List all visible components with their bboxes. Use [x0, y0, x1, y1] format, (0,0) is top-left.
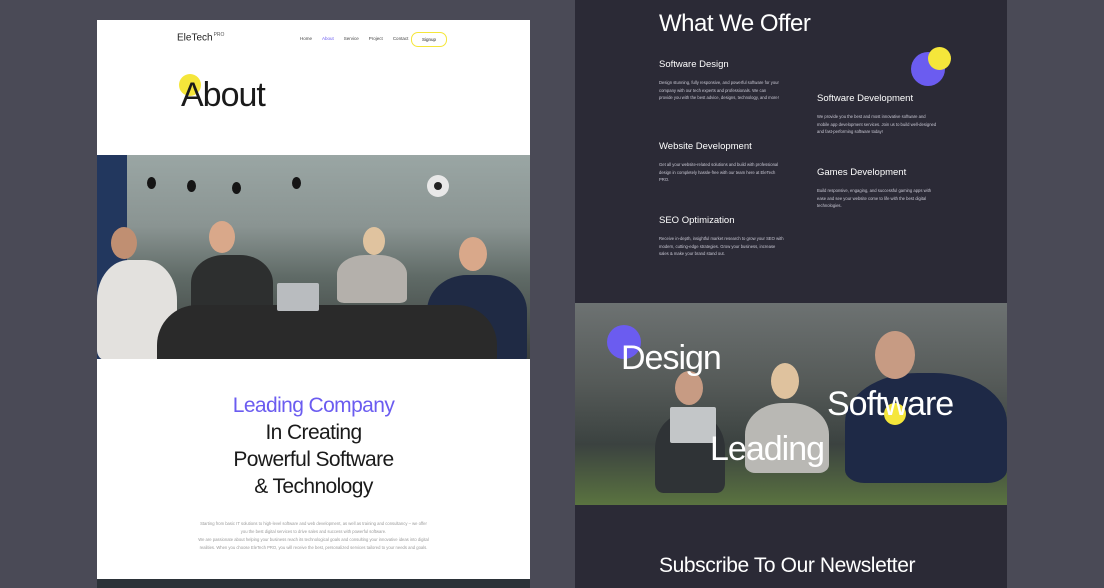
logo-name: EleTech: [177, 32, 213, 44]
service-description: Design stunning, fully responsive, and p…: [659, 80, 779, 100]
decorative-yellow-dot: [928, 47, 951, 70]
headline-line: In Creating: [265, 421, 362, 444]
nav-item-contact[interactable]: Contact: [393, 36, 409, 41]
hero-word-software: Software: [827, 385, 954, 423]
laptop: [277, 283, 319, 311]
wall-dot: [147, 177, 156, 189]
service-card-website-development: Website Development Get all your website…: [659, 141, 781, 184]
body-line: Starting from basic IT solutions to high…: [200, 521, 427, 526]
wall-sign: [427, 175, 449, 197]
service-title: Software Design: [659, 59, 729, 70]
team-meeting-photo: [97, 155, 530, 359]
service-card-software-development: Software Development We provide you the …: [817, 93, 939, 136]
service-title: SEO Optimization: [659, 215, 735, 226]
head: [459, 237, 487, 271]
service-card-games-development: Games Development Build responsive, enga…: [817, 167, 939, 210]
wall-dot: [187, 180, 196, 192]
service-title: Software Development: [817, 93, 914, 104]
nav-item-about[interactable]: About: [322, 36, 334, 41]
nav-item-service[interactable]: Service: [344, 36, 359, 41]
wall-dot: [292, 177, 301, 189]
services-page-preview: What We Offer Software Design Design stu…: [575, 0, 1007, 588]
headline-line: & Technology: [254, 475, 373, 498]
person-woman: [337, 255, 407, 303]
headline-line: Powerful Software: [233, 448, 394, 471]
head: [875, 331, 915, 379]
service-description: Receive in-depth, insightful market rese…: [659, 236, 784, 256]
hero-word-leading: Leading: [710, 430, 825, 468]
body-line: you the best digital services to drive s…: [240, 529, 387, 534]
page-title: About: [181, 76, 266, 114]
hero-word-design: Design: [621, 339, 722, 377]
head: [363, 227, 385, 255]
service-description: We provide you the best and most innovat…: [817, 114, 937, 134]
head: [111, 227, 137, 259]
meeting-table: [157, 305, 497, 359]
service-title: Games Development: [817, 167, 907, 178]
newsletter-title: Subscribe To Our Newsletter: [659, 554, 916, 577]
brand-logo[interactable]: EleTechPRO: [177, 32, 224, 43]
service-card-software-design: Software Design Design stunning, fully r…: [659, 59, 781, 102]
wall-dot: [232, 182, 241, 194]
nav-item-project[interactable]: Project: [369, 36, 383, 41]
team-hero-photo: Design Software Leading: [575, 303, 1007, 505]
service-card-seo-optimization: SEO Optimization Receive in-depth, insig…: [659, 215, 785, 258]
service-description: Build responsive, engaging, and successf…: [817, 188, 932, 208]
company-headline: Leading Company In Creating Powerful Sof…: [97, 392, 530, 500]
signup-button[interactable]: Signup: [411, 32, 447, 47]
service-title: Website Development: [659, 141, 752, 152]
nav-item-home[interactable]: Home: [300, 36, 312, 41]
top-navigation: EleTechPRO Home About Service Project Co…: [97, 20, 530, 60]
head: [209, 221, 235, 253]
logo-suffix: PRO: [213, 32, 225, 38]
nav-menu: Home About Service Project Contact: [300, 36, 408, 41]
next-photo-strip: [97, 579, 530, 588]
section-title: What We Offer: [659, 10, 811, 37]
body-line: We are passionate about helping your bus…: [198, 537, 429, 542]
body-line: realities. When you choose EleTech PRO, …: [199, 545, 428, 550]
about-body-text: Starting from basic IT solutions to high…: [177, 520, 450, 552]
about-page-preview: EleTechPRO Home About Service Project Co…: [97, 20, 530, 588]
head: [771, 363, 799, 399]
headline-accent: Leading Company: [232, 394, 395, 417]
service-description: Get all your website-related solutions a…: [659, 162, 779, 182]
